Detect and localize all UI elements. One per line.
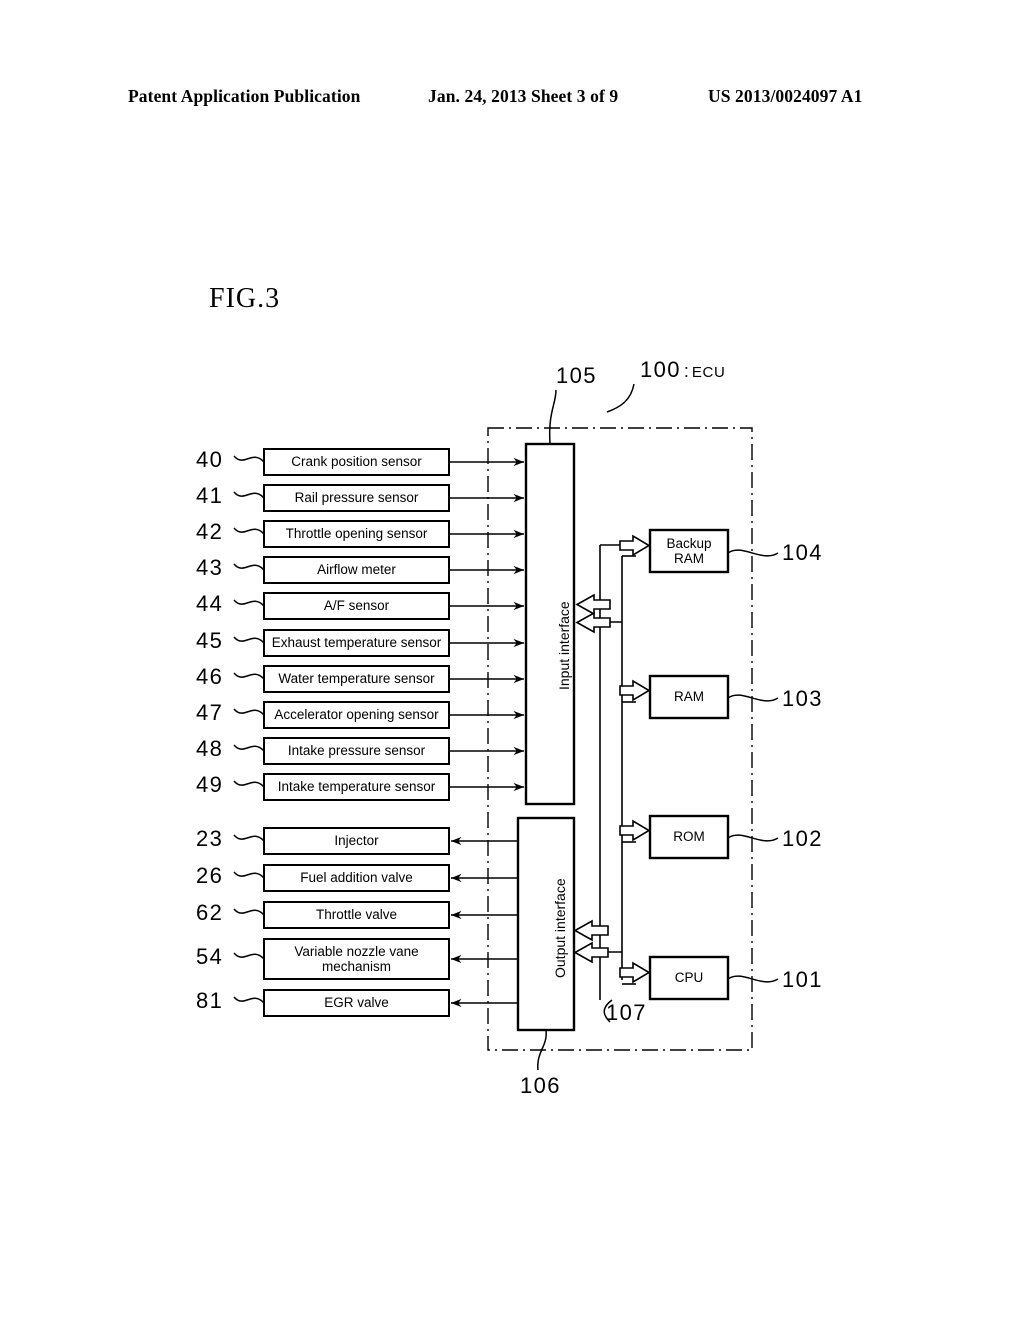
sensor-ref-43: 43 bbox=[196, 555, 224, 580]
sensor-label-45: Exhaust temperature sensor bbox=[271, 635, 442, 651]
sensor-label-44: A/F sensor bbox=[323, 598, 390, 614]
ecu-abbreviation: ECU bbox=[691, 364, 726, 381]
output-interface-ref: 106 bbox=[520, 1073, 561, 1098]
actuator-label-54: Variable nozzle vane mechanism bbox=[294, 943, 419, 974]
actuator-ref-54: 54 bbox=[196, 944, 224, 969]
actuator-label-26: Fuel addition valve bbox=[300, 870, 413, 886]
sensor-ref-47: 47 bbox=[196, 700, 224, 725]
sensor-label-49: Intake temperature sensor bbox=[277, 779, 436, 795]
sensor-label-47: Accelerator opening sensor bbox=[274, 707, 439, 723]
actuator-label-81: EGR valve bbox=[324, 995, 389, 1011]
output-interface-label: Output interface bbox=[552, 878, 568, 978]
sensor-ref-42: 42 bbox=[196, 519, 224, 544]
input-interface-ref: 105 bbox=[556, 363, 597, 388]
actuator-label-23: Injector bbox=[334, 833, 379, 849]
sensor-label-43: Airflow meter bbox=[317, 562, 396, 578]
sensor-label-41: Rail pressure sensor bbox=[294, 490, 419, 506]
memory-ref-104: 104 bbox=[782, 540, 823, 565]
ecu-tag: 100: ECU bbox=[640, 357, 725, 383]
ecu-separator: : bbox=[683, 361, 689, 381]
internal-bus bbox=[573, 534, 651, 1000]
memory-ref-101: 101 bbox=[782, 967, 823, 992]
sensor-ref-49: 49 bbox=[196, 772, 224, 797]
sensor-ref-40: 40 bbox=[196, 447, 224, 472]
sensor-label-42: Throttle opening sensor bbox=[285, 526, 428, 542]
actuator-command-arrows bbox=[451, 836, 518, 1008]
memory-label-cpu: CPU bbox=[674, 970, 704, 986]
memory-label-backup-ram: Backup RAM bbox=[666, 535, 712, 566]
ecu-ref-number: 100 bbox=[640, 357, 681, 382]
memory-ref-102: 102 bbox=[782, 826, 823, 851]
actuator-label-62: Throttle valve bbox=[315, 907, 398, 923]
memory-label-ram: RAM bbox=[674, 689, 704, 705]
actuator-ref-62: 62 bbox=[196, 900, 224, 925]
memory-label-rom: ROM bbox=[673, 829, 705, 845]
sensor-ref-41: 41 bbox=[196, 483, 224, 508]
sensor-label-46: Water temperature sensor bbox=[278, 671, 435, 687]
actuator-ref-26: 26 bbox=[196, 863, 224, 888]
sensor-label-48: Intake pressure sensor bbox=[287, 743, 426, 759]
actuator-ref-23: 23 bbox=[196, 826, 224, 851]
memory-ref-103: 103 bbox=[782, 686, 823, 711]
sensor-label-40: Crank position sensor bbox=[291, 454, 422, 470]
sensor-ref-44: 44 bbox=[196, 591, 224, 616]
input-interface-label: Input interface bbox=[556, 601, 572, 690]
sensor-ref-46: 46 bbox=[196, 664, 224, 689]
bus-ref: 107 bbox=[606, 1000, 647, 1025]
sensor-ref-45: 45 bbox=[196, 628, 224, 653]
sensor-ref-48: 48 bbox=[196, 736, 224, 761]
actuator-ref-81: 81 bbox=[196, 988, 224, 1013]
figure-canvas bbox=[233, 383, 779, 1071]
sensor-signal-arrows bbox=[449, 457, 524, 792]
